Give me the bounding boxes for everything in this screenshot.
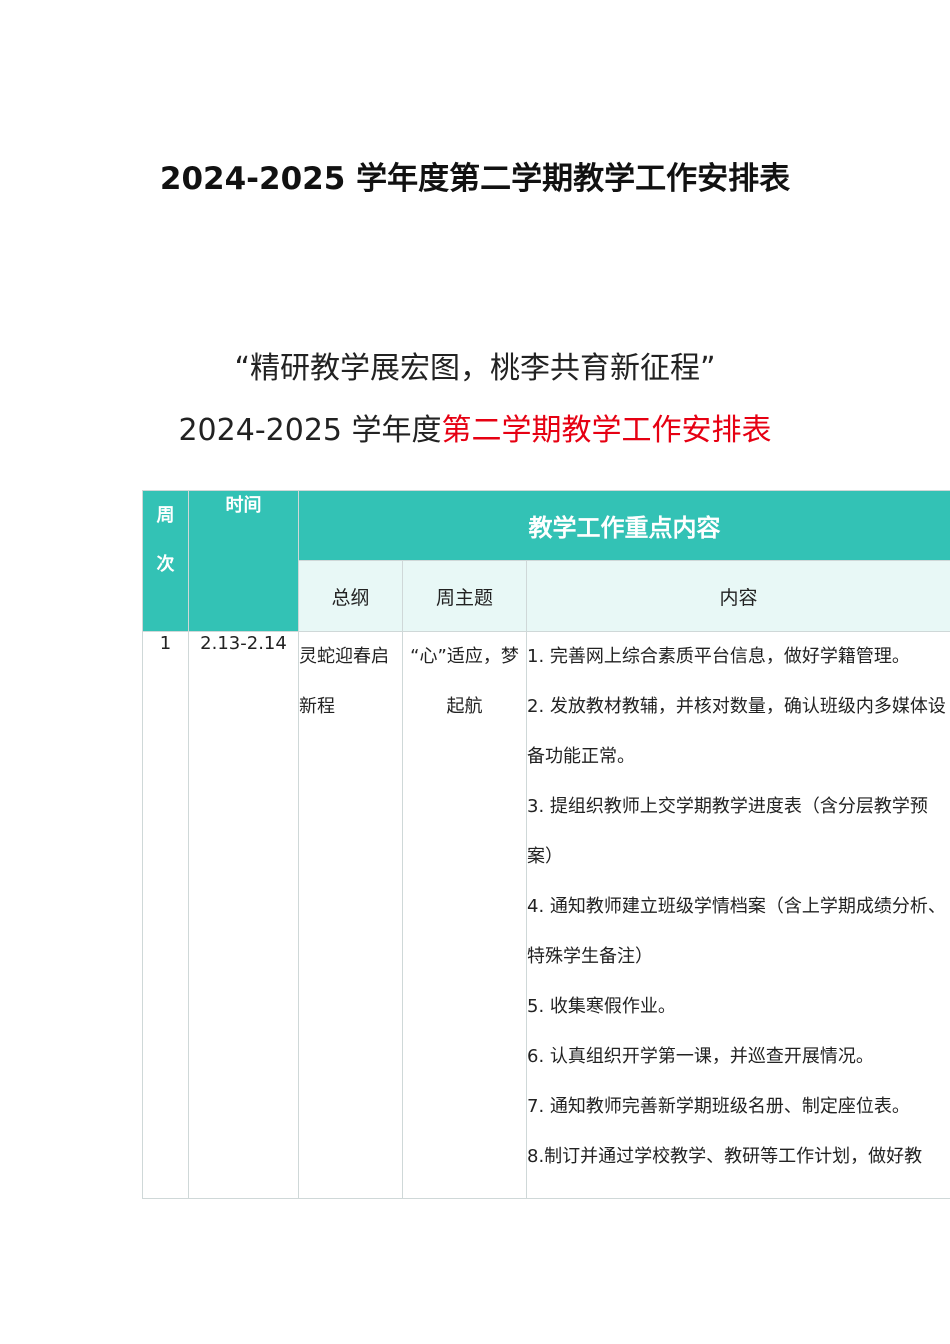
schedule-table: 周 次 时间 教学工作重点内容 总纲 周主题 内容 1 2.13-2.14 灵蛇…: [142, 490, 950, 1199]
cell-time: 2.13-2.14: [188, 631, 299, 1199]
content-item: 8.制订并通过学校教学、教研等工作计划，做好教: [527, 1146, 923, 1167]
content-item: 6. 认真组织开学第一课，并巡查开展情况。: [527, 1046, 874, 1067]
subtitle: 2024-2025 学年度第二学期教学工作安排表: [0, 408, 950, 454]
header-week-char2: 次: [156, 554, 175, 575]
header-theme: 周主题: [402, 560, 527, 632]
slogan: “精研教学展宏图，桃李共育新征程”: [234, 351, 716, 386]
document-title: 2024-2025 学年度第二学期教学工作安排表: [159, 161, 791, 197]
header-time: 时间: [188, 490, 299, 632]
cell-week: 1: [142, 631, 189, 1199]
header-content: 内容: [525, 560, 950, 632]
cell-theme: “心”适应，梦起航: [402, 631, 527, 1199]
subtitle-year: 2024-2025 学年度: [178, 413, 442, 448]
cell-content: 1. 完善网上综合素质平台信息，做好学籍管理。 2. 发放教材教辅，并核对数量，…: [525, 631, 950, 1199]
table-row: 1 2.13-2.14 灵蛇迎春启新程 “心”适应，梦起航 1. 完善网上综合素…: [142, 631, 950, 1199]
content-item: 5. 收集寒假作业。: [527, 996, 676, 1017]
header-week: 周 次: [142, 490, 189, 632]
content-item: 1. 完善网上综合素质平台信息，做好学籍管理。: [527, 646, 910, 667]
content-item: 2. 发放教材教辅，并核对数量，确认班级内多媒体设备功能正常。: [527, 696, 946, 767]
cell-outline: 灵蛇迎春启新程: [298, 631, 403, 1199]
header-main: 教学工作重点内容: [297, 490, 950, 561]
content-item: 7. 通知教师完善新学期班级名册、制定座位表。: [527, 1096, 910, 1117]
subtitle-highlight: 第二学期教学工作安排表: [441, 413, 772, 448]
header-outline: 总纲: [298, 560, 403, 632]
content-item: 4. 通知教师建立班级学情档案（含上学期成绩分析、特殊学生备注）: [527, 896, 946, 967]
content-item: 3. 提组织教师上交学期教学进度表（含分层教学预案）: [527, 796, 928, 867]
header-week-char1: 周: [156, 505, 175, 526]
